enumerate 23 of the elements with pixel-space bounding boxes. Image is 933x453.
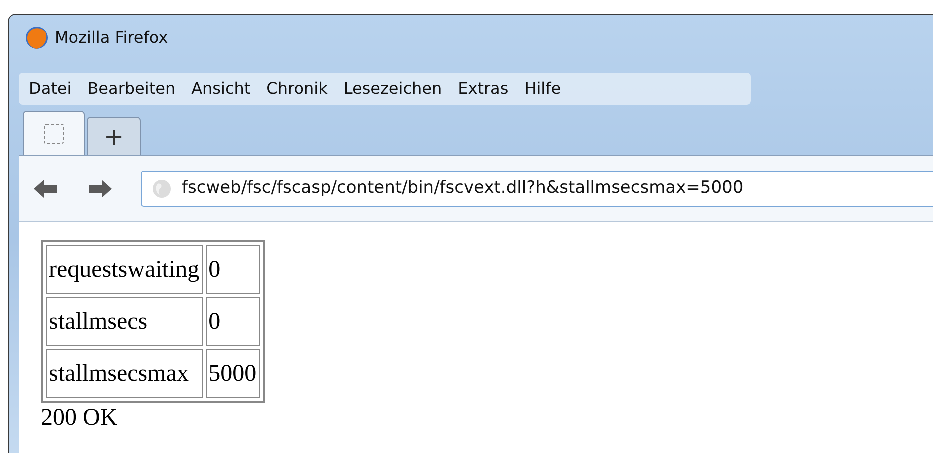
browser-tab[interactable] — [23, 111, 85, 155]
new-tab-button[interactable]: + — [87, 117, 141, 155]
table-cell: stallmsecsmax — [46, 349, 203, 398]
menu-item[interactable]: Datei — [21, 77, 80, 101]
forward-arrow-icon[interactable] — [87, 178, 113, 200]
menu-item[interactable]: Bearbeiten — [80, 77, 184, 101]
table-cell: 0 — [206, 245, 260, 294]
menu-item[interactable]: Chronik — [258, 77, 336, 101]
menu-item[interactable]: Extras — [450, 77, 517, 101]
browser-logo-icon — [25, 26, 49, 50]
page-icon — [44, 124, 64, 144]
menu-item[interactable]: Ansicht — [184, 77, 259, 101]
status-text: 200 OK — [41, 404, 119, 433]
table-cell: 0 — [206, 297, 260, 346]
back-arrow-icon[interactable] — [33, 178, 59, 200]
address-field[interactable]: fscweb/fsc/fscasp/content/bin/fscvext.dll?h&stallmsecsmax=5000 — [141, 170, 933, 206]
menu-item[interactable]: Hilfe — [516, 77, 570, 101]
menu-item[interactable]: Lesezeichen — [336, 77, 450, 101]
window-title: Mozilla Firefox — [55, 27, 168, 49]
globe-icon — [152, 178, 172, 198]
table-cell: 5000 — [206, 349, 260, 398]
table-cell: requestswaiting — [46, 245, 203, 294]
table-cell: stallmsecs — [46, 297, 203, 346]
